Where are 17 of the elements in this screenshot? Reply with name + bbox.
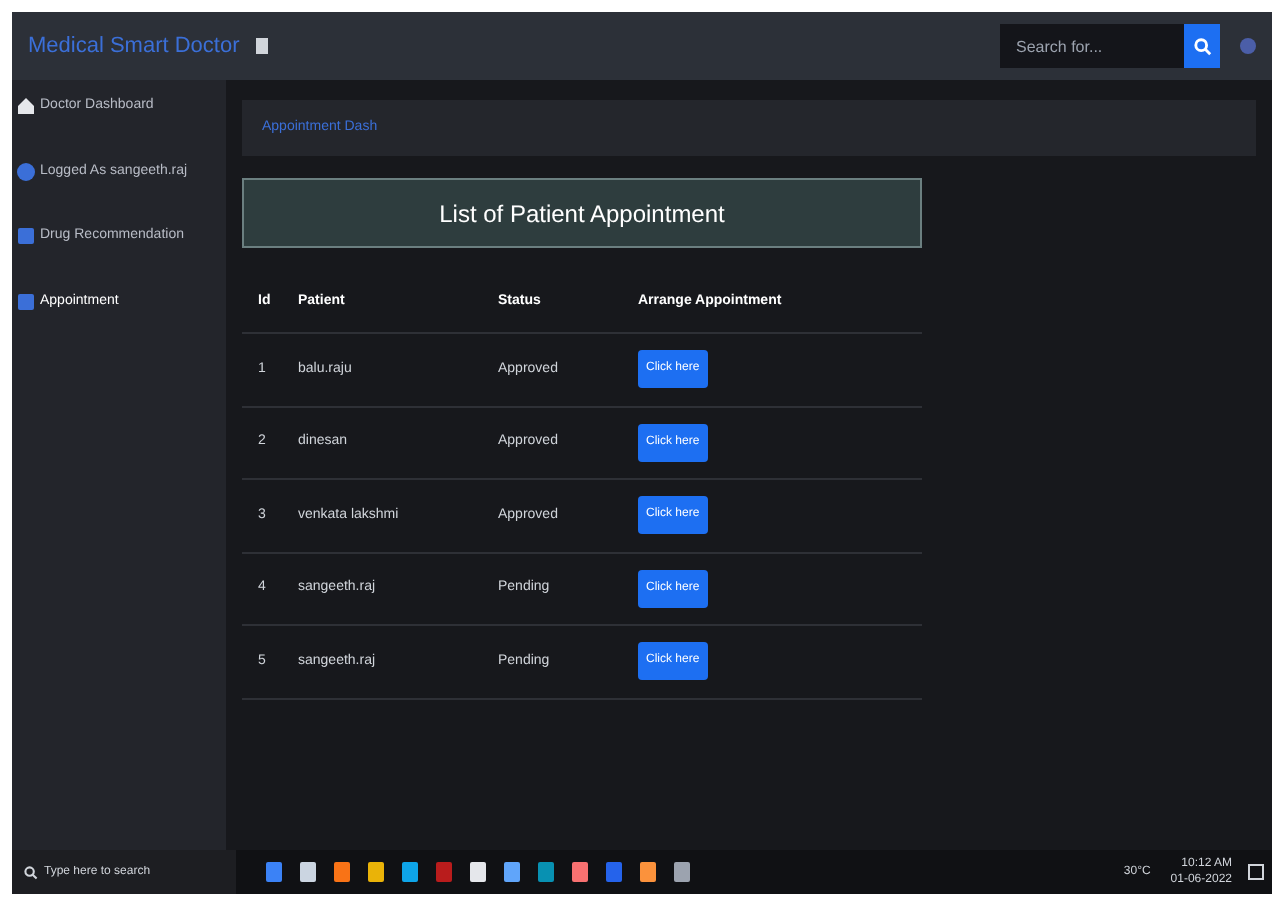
notification-icon[interactable]	[1248, 864, 1264, 880]
page-heading: List of Patient Appointment	[242, 178, 922, 248]
search-icon	[1193, 37, 1211, 55]
home-icon	[16, 96, 36, 117]
taskbar-app-icon[interactable]	[468, 860, 488, 884]
search-button[interactable]	[1184, 24, 1220, 68]
taskbar-app-icon[interactable]	[570, 860, 590, 884]
taskbar-app-icon[interactable]	[502, 860, 522, 884]
taskbar-app-icon[interactable]	[298, 860, 318, 884]
taskbar-app-icon[interactable]	[366, 860, 386, 884]
taskbar-app-icon[interactable]	[332, 860, 352, 884]
taskbar-app-icon[interactable]	[400, 860, 420, 884]
taskbar-app-icon[interactable]	[672, 860, 692, 884]
user-icon	[16, 161, 36, 182]
taskbar-app-icon[interactable]	[638, 860, 658, 884]
search-field[interactable]: Search for...	[1000, 24, 1184, 68]
search-icon	[24, 865, 38, 879]
